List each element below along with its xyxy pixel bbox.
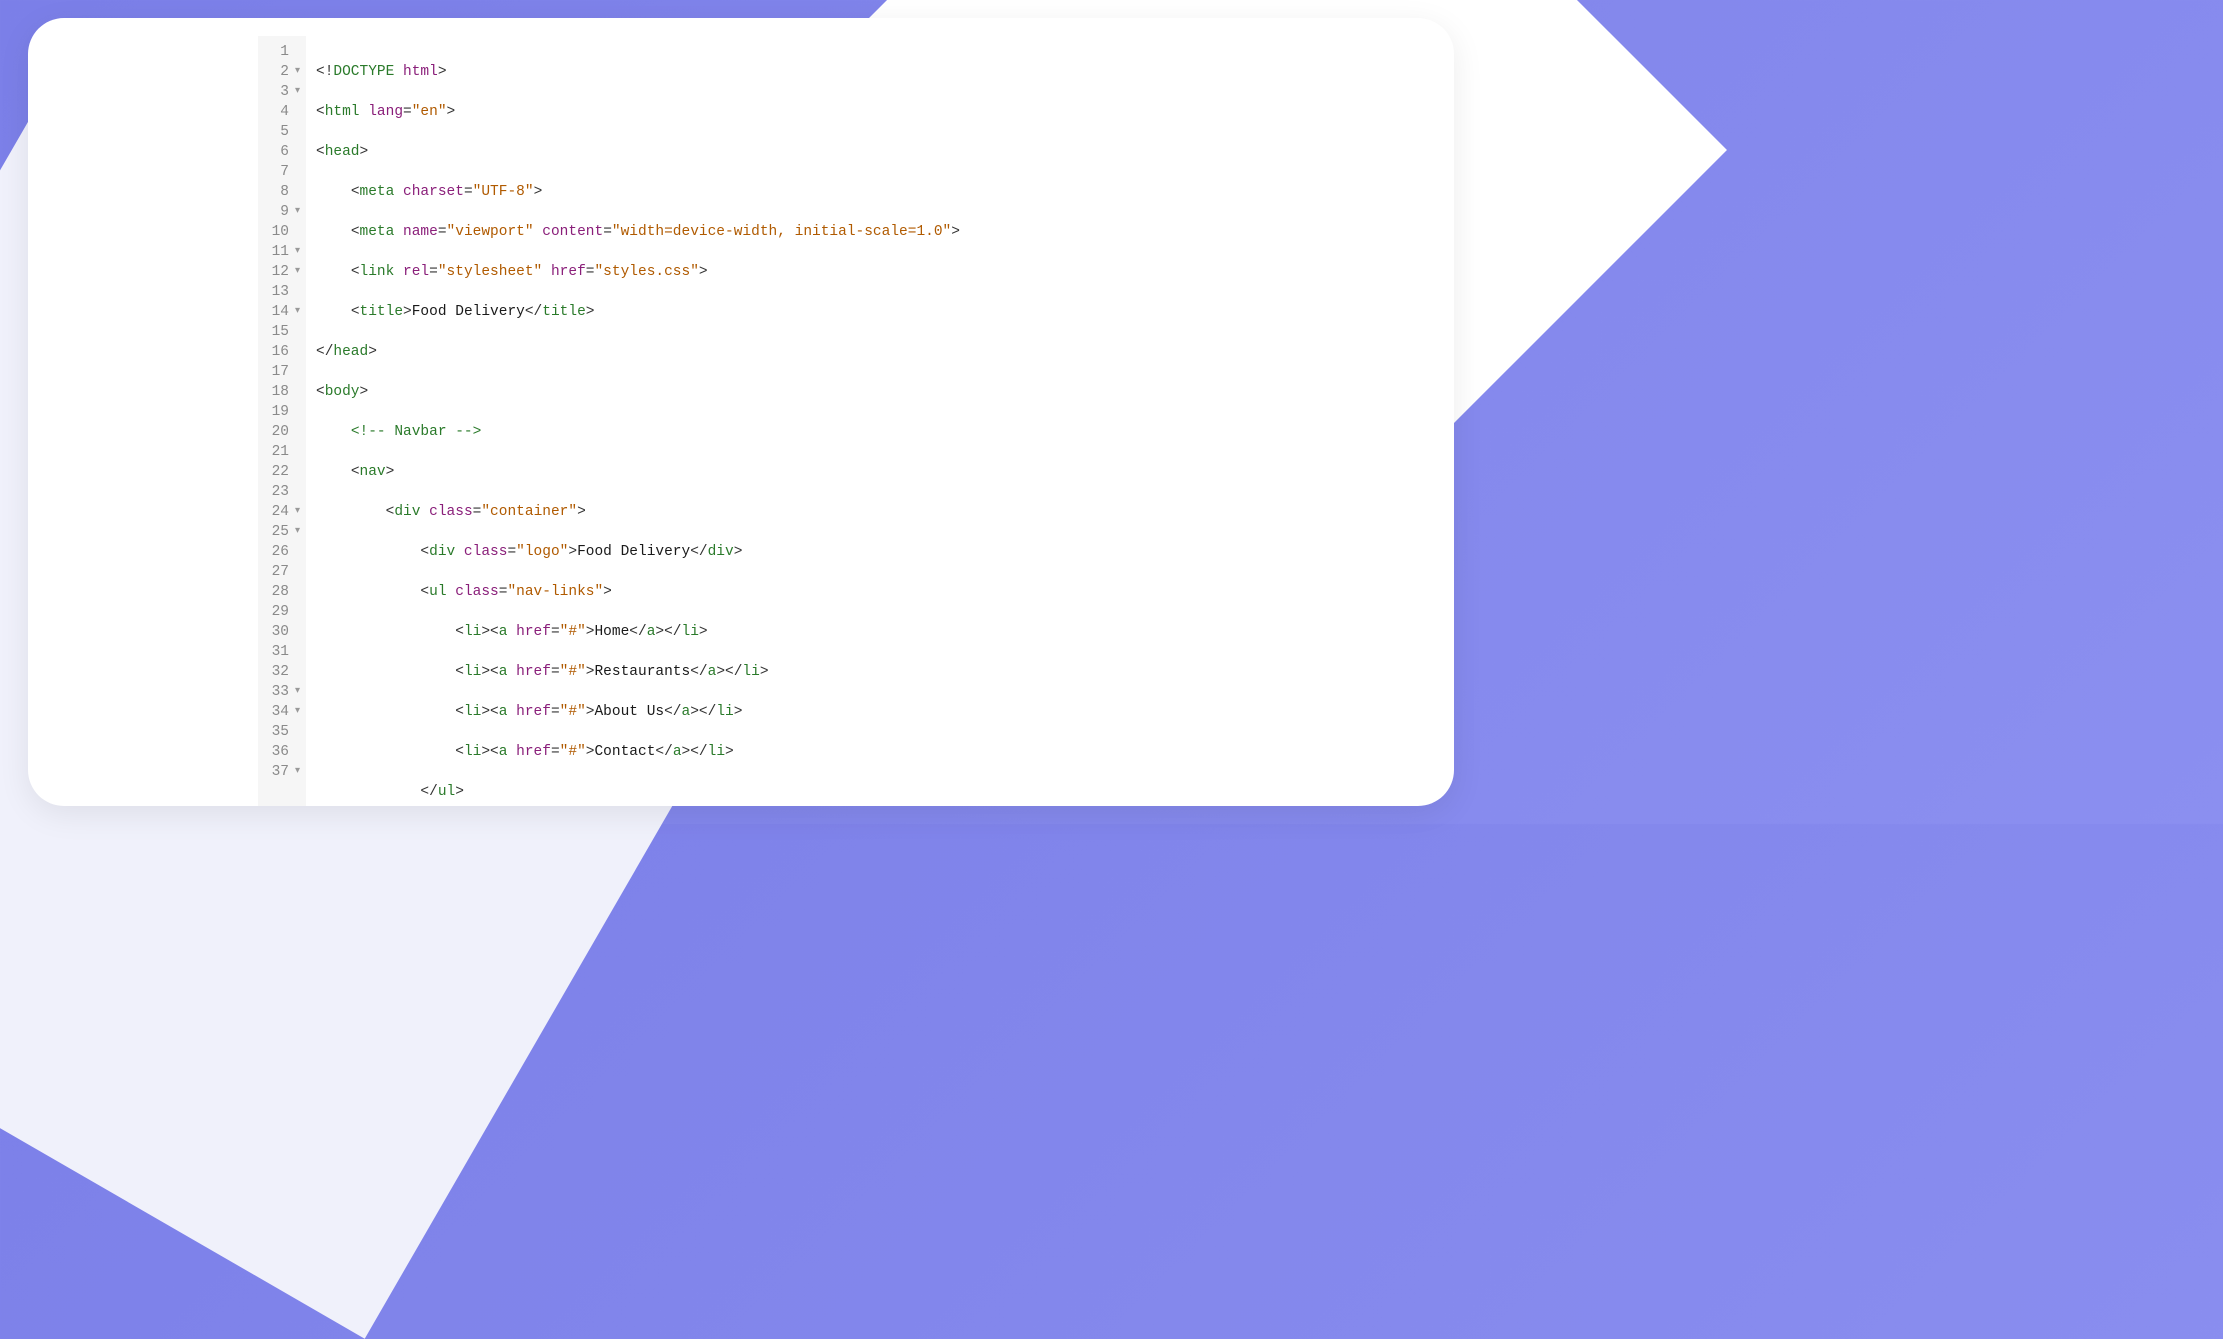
line-gutter: 1 2▾ 3▾ 4 5 6 7 8 9▾ 10 11▾ 12▾ 13 14▾ 1… [258,36,306,806]
code-line[interactable]: <meta charset="UTF-8"> [316,182,1084,202]
code-line[interactable]: <!DOCTYPE html> [316,62,1084,82]
code-line[interactable]: <title>Food Delivery</title> [316,302,1084,322]
fold-icon[interactable]: ▾ [290,762,300,782]
line-num: 29 [269,602,289,622]
line-num: 8 [269,182,289,202]
code-line[interactable]: <nav> [316,462,1084,482]
line-num: 24 [269,502,289,522]
fold-icon[interactable]: ▾ [290,682,300,702]
fold-icon[interactable]: ▾ [290,62,300,82]
line-num: 36 [269,742,289,762]
fold-icon[interactable]: ▾ [290,522,300,542]
code-line[interactable]: </ul> [316,782,1084,802]
fold-icon[interactable]: ▾ [290,262,300,282]
code-line[interactable]: <ul class="nav-links"> [316,582,1084,602]
code-editor[interactable]: 1 2▾ 3▾ 4 5 6 7 8 9▾ 10 11▾ 12▾ 13 14▾ 1… [258,36,1084,806]
line-num: 23 [269,482,289,502]
line-num: 19 [269,402,289,422]
fold-icon[interactable]: ▾ [290,502,300,522]
line-num: 7 [269,162,289,182]
line-num: 37 [269,762,289,782]
line-num: 4 [269,102,289,122]
line-num: 34 [269,702,289,722]
editor-card: 1 2▾ 3▾ 4 5 6 7 8 9▾ 10 11▾ 12▾ 13 14▾ 1… [28,18,1454,806]
fold-icon[interactable]: ▾ [290,302,300,322]
line-num: 22 [269,462,289,482]
code-line[interactable]: <head> [316,142,1084,162]
line-num: 17 [269,362,289,382]
line-num: 30 [269,622,289,642]
code-line[interactable]: <body> [316,382,1084,402]
line-num: 12 [269,262,289,282]
code-line[interactable]: <!-- Navbar --> [316,422,1084,442]
line-num: 2 [269,62,289,82]
line-num: 28 [269,582,289,602]
line-num: 11 [269,242,289,262]
line-num: 32 [269,662,289,682]
code-line[interactable]: <link rel="stylesheet" href="styles.css"… [316,262,1084,282]
line-num: 13 [269,282,289,302]
line-num: 6 [269,142,289,162]
line-num: 5 [269,122,289,142]
code-line[interactable]: <div class="container"> [316,502,1084,522]
code-line[interactable]: <li><a href="#">Home</a></li> [316,622,1084,642]
line-num: 20 [269,422,289,442]
code-line[interactable]: <div class="logo">Food Delivery</div> [316,542,1084,562]
line-num: 3 [269,82,289,102]
line-num: 1 [269,42,289,62]
code-line[interactable]: <meta name="viewport" content="width=dev… [316,222,1084,242]
fold-icon[interactable]: ▾ [290,702,300,722]
code-line[interactable]: <html lang="en"> [316,102,1084,122]
line-num: 26 [269,542,289,562]
code-line[interactable]: <li><a href="#">Restaurants</a></li> [316,662,1084,682]
line-num: 25 [269,522,289,542]
line-num: 21 [269,442,289,462]
line-num: 15 [269,322,289,342]
line-num: 14 [269,302,289,322]
fold-icon[interactable]: ▾ [290,82,300,102]
line-num: 9 [269,202,289,222]
code-line[interactable]: <li><a href="#">About Us</a></li> [316,702,1084,722]
line-num: 10 [269,222,289,242]
line-num: 16 [269,342,289,362]
line-num: 35 [269,722,289,742]
line-num: 18 [269,382,289,402]
code-content[interactable]: <!DOCTYPE html> <html lang="en"> <head> … [306,36,1084,806]
code-line[interactable]: </head> [316,342,1084,362]
fold-icon[interactable]: ▾ [290,242,300,262]
line-num: 27 [269,562,289,582]
fold-icon[interactable]: ▾ [290,202,300,222]
code-line[interactable]: <li><a href="#">Contact</a></li> [316,742,1084,762]
line-num: 31 [269,642,289,662]
line-num: 33 [269,682,289,702]
